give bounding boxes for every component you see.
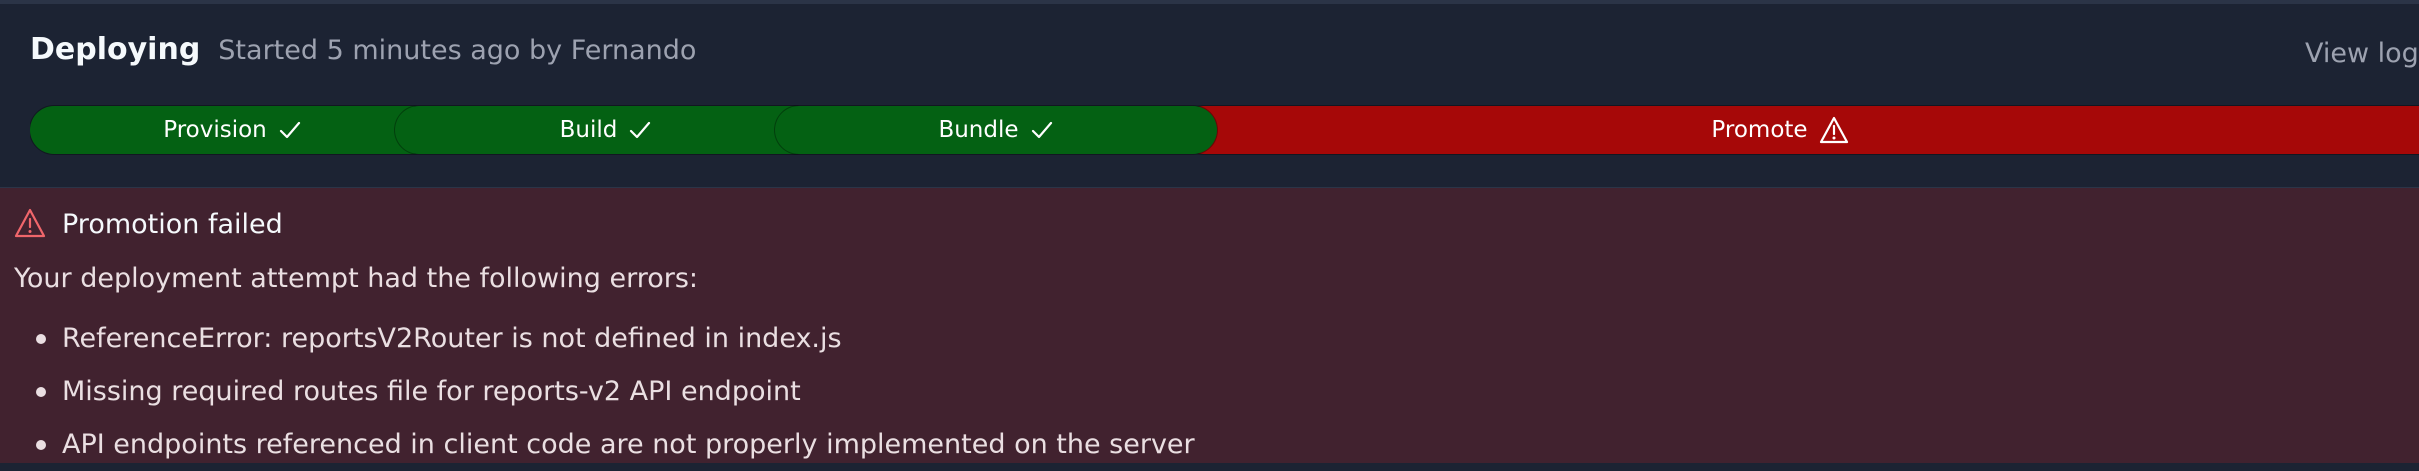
stage-promote-content: Promote (1180, 116, 2380, 144)
error-panel: Promotion failed Your deployment attempt… (0, 188, 2419, 463)
view-logs-link[interactable]: View logs (2305, 38, 2419, 69)
error-title: Promotion failed (62, 208, 283, 240)
check-icon (628, 118, 652, 142)
bullet-icon (36, 386, 46, 397)
check-icon (1030, 118, 1054, 142)
stage-provision[interactable]: Provision (30, 106, 435, 154)
bullet-icon (36, 333, 46, 344)
stage-label: Bundle (938, 117, 1019, 143)
stage-label: Build (559, 117, 618, 143)
error-item: Missing required routes file for reports… (0, 365, 1195, 418)
error-item-text: API endpoints referenced in client code … (62, 429, 1195, 460)
stage-promote[interactable]: Promote (1180, 106, 2419, 154)
deployment-title-row: Deploying Started 5 minutes ago by Ferna… (30, 32, 696, 67)
deployment-header: Deploying Started 5 minutes ago by Ferna… (0, 4, 2419, 188)
error-item: API endpoints referenced in client code … (0, 418, 1195, 471)
stage-label: Promote (1711, 117, 1808, 143)
error-list: ReferenceError: reportsV2Router is not d… (0, 312, 1195, 471)
stage-bundle[interactable]: Bundle (775, 106, 1217, 154)
bullet-icon (36, 439, 46, 450)
deployment-status-title: Deploying (30, 32, 201, 67)
error-title-row: Promotion failed (14, 208, 283, 240)
error-item-text: ReferenceError: reportsV2Router is not d… (62, 323, 842, 354)
check-icon (278, 118, 302, 142)
stage-label: Provision (163, 117, 267, 143)
deployment-started-info: Started 5 minutes ago by Fernando (218, 35, 697, 66)
warning-icon (14, 208, 46, 240)
error-item: ReferenceError: reportsV2Router is not d… (0, 312, 1195, 365)
error-item-text: Missing required routes file for reports… (62, 376, 801, 407)
deployment-pipeline: Provision Build Bundle Promote (30, 104, 2419, 156)
warning-icon (1819, 116, 1849, 144)
error-intro: Your deployment attempt had the followin… (14, 263, 699, 294)
stage-build[interactable]: Build (395, 106, 817, 154)
